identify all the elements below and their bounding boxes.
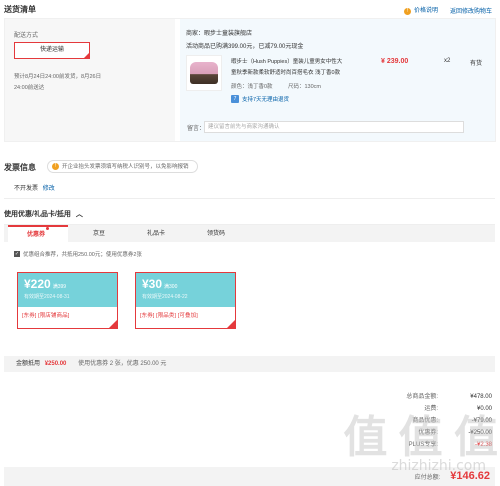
coupon-tags: [东券] [限品类] [可叠加] xyxy=(140,313,198,319)
coupon-condition: 满399 xyxy=(52,284,67,290)
return-text: 支持7天无理由退货 xyxy=(242,97,290,103)
coupon-summary-bar: 金额抵用 ¥250.00 使用优惠券 2 张，优惠 250.00 元 xyxy=(4,356,495,372)
coupon-face: ¥220 满399 有效期至2024-08-31 xyxy=(18,273,117,307)
invoice-modify-link[interactable]: 修改 xyxy=(43,186,55,192)
sweater-image xyxy=(190,62,218,84)
coupon-validity: 有效期至2024-08-31 xyxy=(24,294,70,300)
summary-detail: 使用优惠券 2 张，优惠 250.00 元 xyxy=(78,361,167,367)
header-links: ! 价格说明 返回修改购物车 xyxy=(403,5,492,15)
seller-name[interactable]: 暇步士童装旗舰店 xyxy=(204,31,252,37)
new-dot-icon xyxy=(46,227,49,230)
coupon-face: ¥30 满300 有效期至2024-08-22 xyxy=(136,273,235,307)
coupon-combo-row: ✓ 优惠组合推荐，共抵用250.00元；使用优惠券2张 xyxy=(14,250,142,258)
selected-check-icon xyxy=(227,320,235,328)
seller-label: 商家： xyxy=(186,31,205,37)
watermark-url: zhizhizhi.com xyxy=(391,458,486,474)
eta-line-2: 24:00前送达 xyxy=(14,85,45,91)
invoice-status-row: 不开发票 修改 xyxy=(14,183,55,192)
note-label: 留言： xyxy=(187,126,206,132)
summary-label: 金额抵用 xyxy=(16,361,41,367)
combo-text: 优惠组合推荐，共抵用250.00元；使用优惠券2张 xyxy=(23,252,142,258)
coupons-title[interactable]: 使用优惠/礼品卡/抵用 ︿ xyxy=(4,209,83,219)
delivery-eta: 预计8月24日24:00前发货，8月26日 24:00前送达 xyxy=(14,72,101,94)
invoice-tip-text: 开企业抬头发票须填写纳税人识别号，以免影响报销 xyxy=(62,163,189,170)
invoice-tip: ! 开企业抬头发票须填写纳税人识别号，以免影响报销 xyxy=(47,160,198,173)
price-note-label: 价格说明 xyxy=(413,8,438,14)
selected-check-icon xyxy=(109,320,117,328)
page-title: 送货清单 xyxy=(4,5,36,14)
coupon-amount: ¥30 xyxy=(142,277,163,291)
return-policy[interactable]: 7 支持7天无理由退货 xyxy=(231,95,289,103)
back-to-cart-link[interactable]: 返回修改购物车 xyxy=(450,6,492,15)
warning-icon: ! xyxy=(403,8,411,15)
product-qty: x2 xyxy=(444,58,451,64)
coupons-title-text: 使用优惠/礼品卡/抵用 xyxy=(4,211,71,218)
coupon-tabs: 优惠券 京豆 礼品卡 领货码 xyxy=(4,224,495,243)
seller-row: 商家：暇步士童装旗舰店 xyxy=(186,28,252,37)
coupon-amount: ¥220 xyxy=(24,277,51,291)
product-name[interactable]: 暇步士（Hush Puppies）童装儿童男女中性大 童秋季新款柔软舒适时尚百搭… xyxy=(231,57,342,79)
stock-status: 有货 xyxy=(470,61,483,67)
divider xyxy=(4,198,495,199)
info-icon: ! xyxy=(52,163,59,170)
coupon-validity: 有效期至2024-08-22 xyxy=(142,294,188,300)
return-7-icon: 7 xyxy=(231,95,239,103)
invoice-status: 不开发票 xyxy=(14,186,39,192)
eta-line-1: 预计8月24日24:00前发货，8月26日 xyxy=(14,74,102,80)
price-note-link[interactable]: ! 价格说明 xyxy=(403,5,438,15)
product-name-line-2: 童秋季新款柔软舒适时尚百搭毛衣 浅丁香0款 xyxy=(231,70,341,76)
product-color: 颜色：浅丁香0款 xyxy=(231,84,273,90)
tab-gift-card[interactable]: 礼品卡 xyxy=(126,225,186,243)
tab-jingdou[interactable]: 京豆 xyxy=(69,225,129,243)
chevron-up-icon: ︿ xyxy=(75,211,83,218)
product-thumbnail[interactable] xyxy=(186,55,222,91)
product-size: 尺码：130cm xyxy=(288,84,322,90)
tab-coupons-label: 优惠券 xyxy=(26,232,45,238)
shipping-method-label: 快递运输 xyxy=(39,47,64,53)
product-price: ¥ 239.00 xyxy=(381,58,409,65)
coupon-card[interactable]: ¥220 满399 有效期至2024-08-31 [东券] [限店铺商品] xyxy=(17,272,118,329)
coupon-tags: [东券] [限店铺商品] xyxy=(22,313,70,319)
invoice-title: 发票信息 xyxy=(4,163,36,172)
promo-text: 活动商品已购满399.00元，已减79.00元现金 xyxy=(186,44,304,50)
watermark-logo: 值 值 值 xyxy=(343,412,498,463)
coupon-card[interactable]: ¥30 满300 有效期至2024-08-22 [东券] [限品类] [可叠加] xyxy=(135,272,236,329)
summary-amount: ¥250.00 xyxy=(44,361,67,367)
product-name-line-1: 暇步士（Hush Puppies）童装儿童男女中性大 xyxy=(231,59,343,65)
delivery-label: 配送方式 xyxy=(14,33,39,39)
coupon-condition: 满300 xyxy=(164,284,178,290)
tab-claim-code[interactable]: 领货码 xyxy=(186,225,246,243)
combo-checkbox[interactable]: ✓ xyxy=(14,251,20,257)
tab-coupons[interactable]: 优惠券 xyxy=(8,225,68,243)
shipping-method-button[interactable]: 快递运输 xyxy=(14,42,90,59)
note-input[interactable]: 建议留言前先与商家沟通确认 xyxy=(204,121,464,133)
